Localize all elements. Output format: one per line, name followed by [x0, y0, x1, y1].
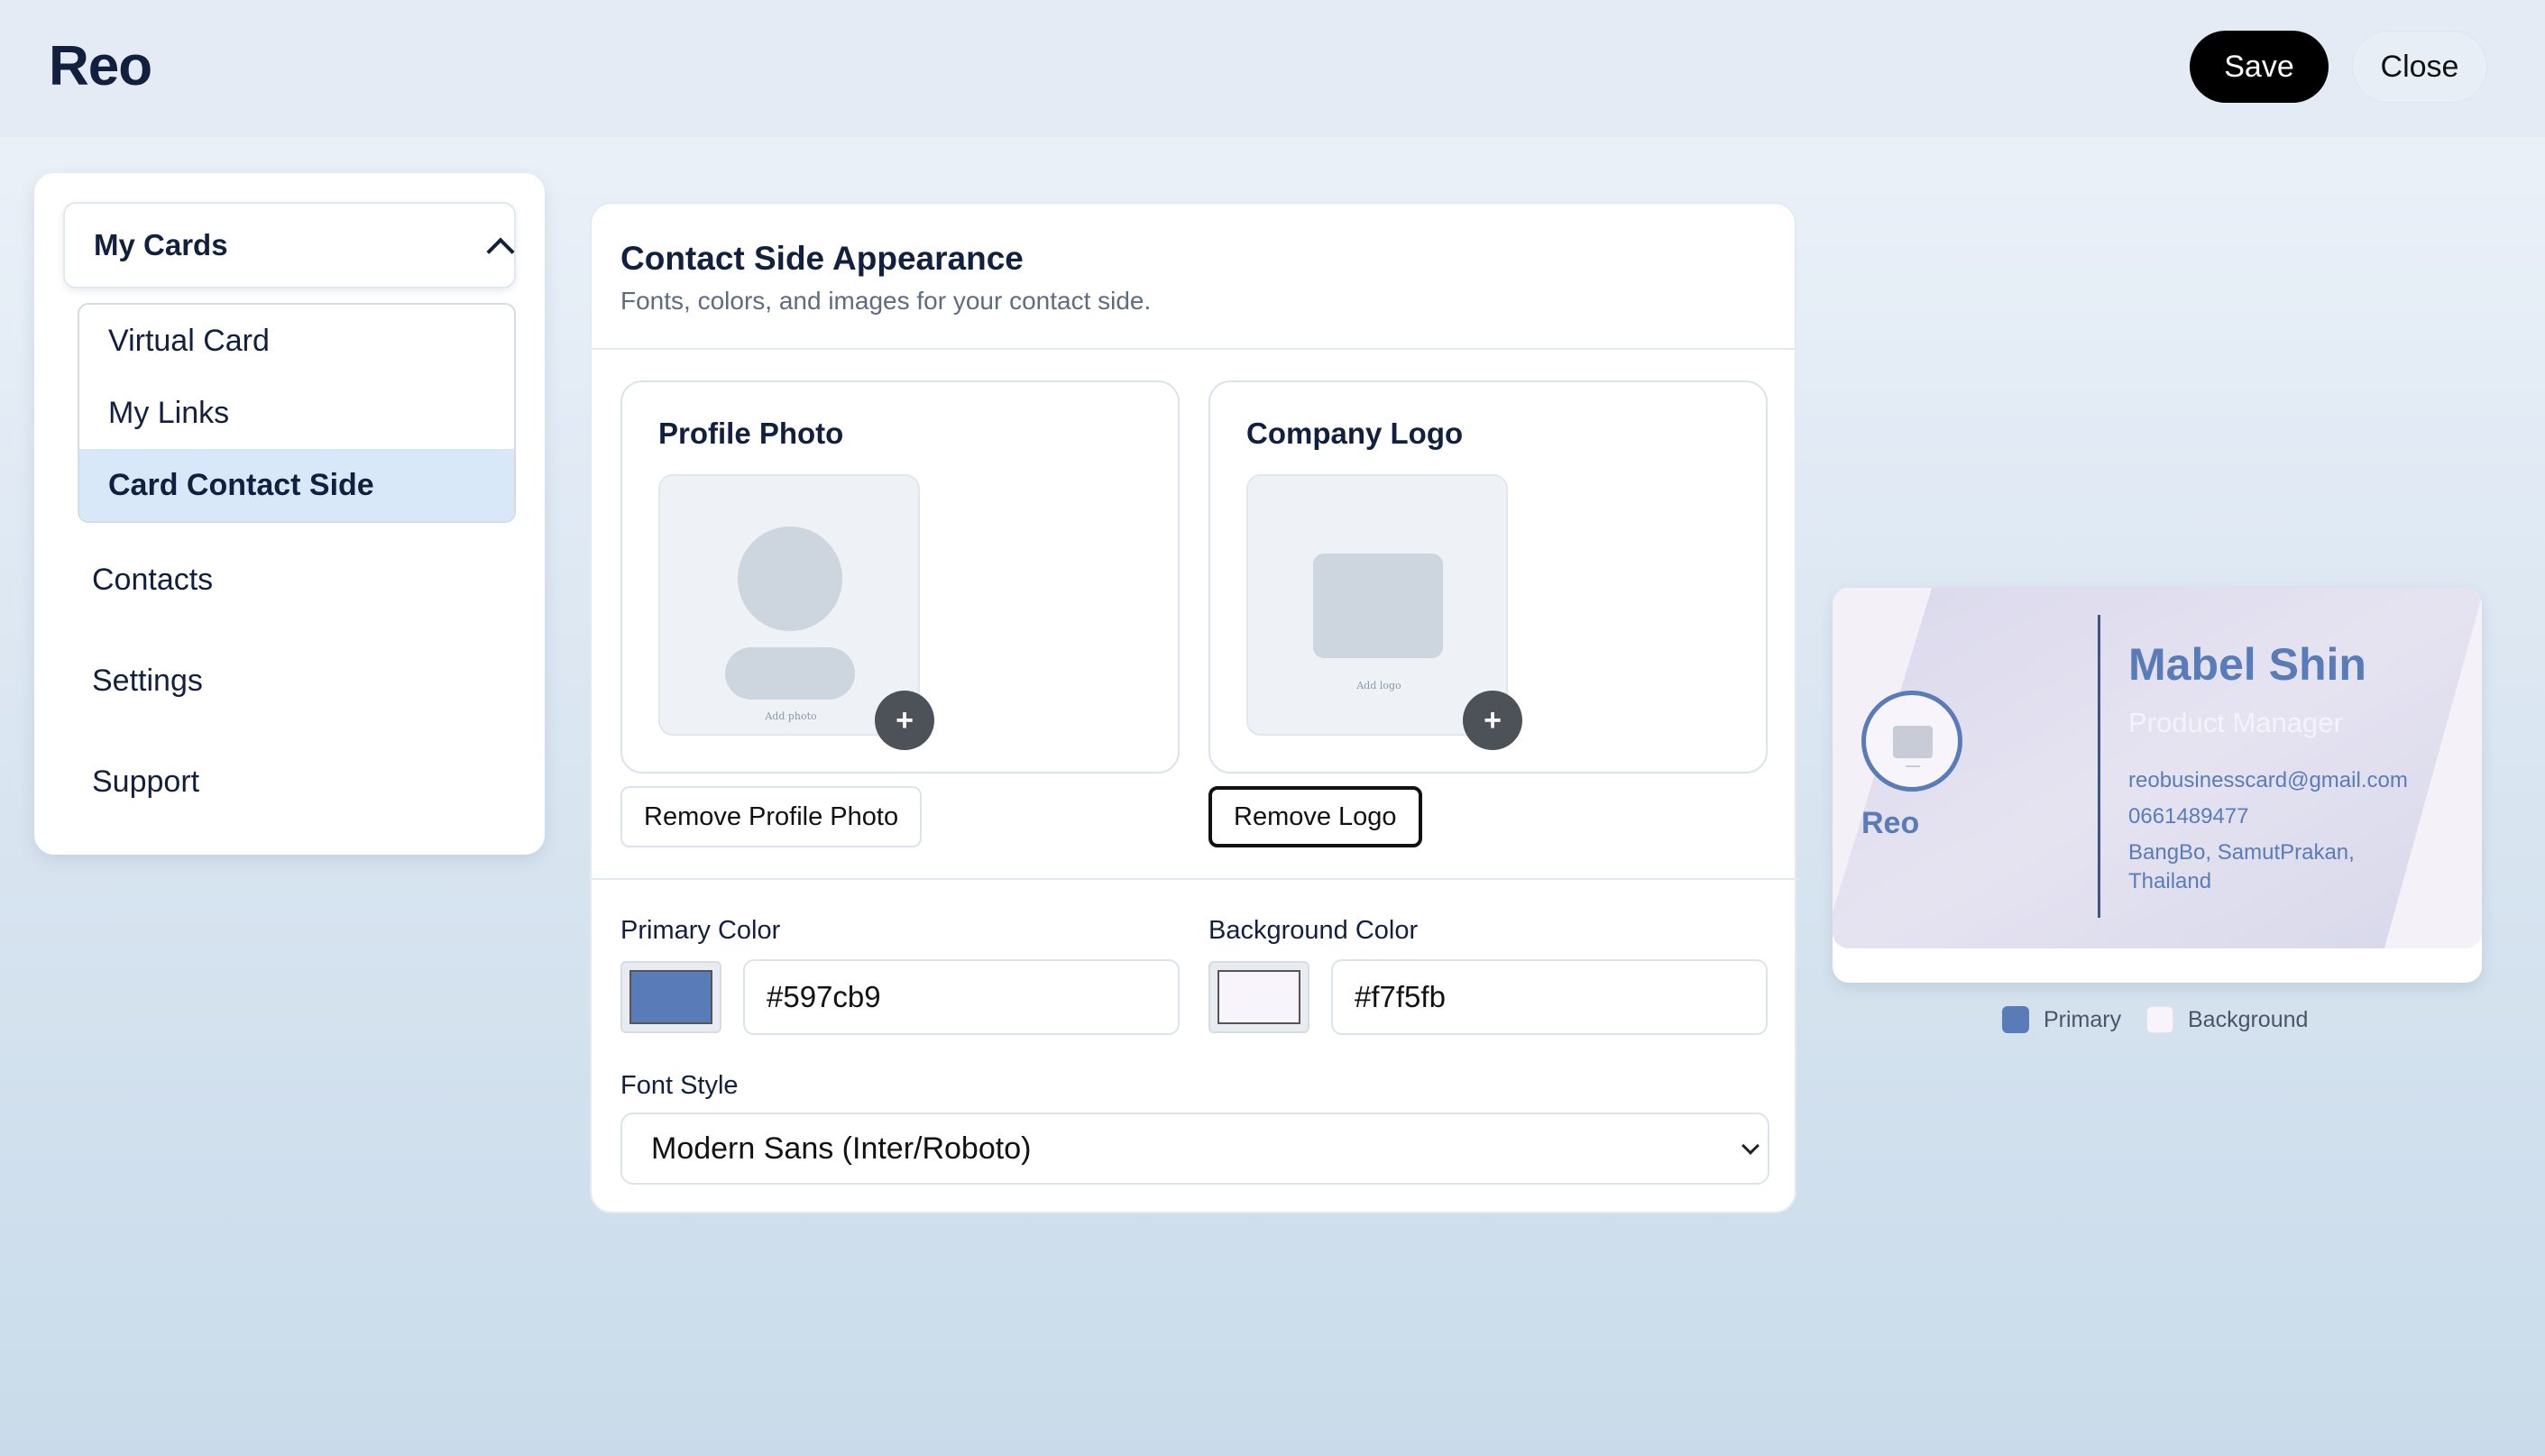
legend-primary: Primary [2002, 1006, 2121, 1033]
add-photo-button[interactable]: + [875, 691, 934, 750]
avatar-placeholder-body [725, 647, 855, 700]
card-role: Product Manager [2128, 707, 2343, 738]
primary-color-fill [629, 970, 712, 1024]
primary-color-label: Primary Color [620, 916, 781, 945]
chevron-down-icon [1741, 1137, 1759, 1155]
sidebar-item-settings[interactable]: Settings [92, 664, 203, 699]
company-logo-card: Company Logo Add logo + [1208, 380, 1768, 774]
sidebar-group-my-cards[interactable]: My Cards [63, 202, 516, 288]
font-style-value: Modern Sans (Inter/Roboto) [651, 1131, 1032, 1166]
primary-color-input[interactable]: #597cb9 [743, 959, 1180, 1035]
divider [592, 348, 1798, 350]
sidebar-submenu: Virtual Card My Links Card Contact Side [78, 303, 516, 523]
logo-placeholder [1313, 554, 1443, 658]
background-color-dot [2146, 1006, 2173, 1033]
company-logo-dropzone[interactable]: Add logo [1246, 474, 1508, 736]
sidebar-item-support[interactable]: Support [92, 765, 199, 800]
business-card: Reo Mabel Shin Product Manager reobusine… [1833, 588, 2482, 948]
divider [592, 878, 1798, 880]
sidebar-item-contacts[interactable]: Contacts [92, 563, 213, 598]
panel-subtitle: Fonts, colors, and images for your conta… [620, 287, 1152, 315]
card-email: reobusinesscard@gmail.com [2128, 768, 2408, 792]
remove-profile-photo-button[interactable]: Remove Profile Photo [620, 786, 923, 847]
company-logo-title: Company Logo [1246, 417, 1464, 450]
card-name: Mabel Shin [2128, 639, 2366, 690]
font-style-select[interactable]: Modern Sans (Inter/Roboto) [620, 1113, 1769, 1185]
panel-title: Contact Side Appearance [620, 240, 1024, 277]
profile-photo-card: Profile Photo Add photo + [620, 380, 1180, 774]
add-logo-button[interactable]: + [1463, 691, 1522, 750]
save-button[interactable]: Save [2190, 31, 2329, 103]
background-color-fill [1217, 970, 1300, 1024]
chevron-up-icon [486, 237, 515, 266]
card-address-line2: Thailand [2128, 869, 2212, 893]
primary-color-dot [2002, 1006, 2029, 1033]
card-logo-image-icon [1893, 726, 1933, 758]
background-color-swatch[interactable] [1208, 961, 1309, 1033]
background-color-label: Background Color [1208, 916, 1419, 945]
remove-logo-button[interactable]: Remove Logo [1208, 786, 1422, 847]
top-bar: Reo Save Close [0, 0, 2545, 137]
legend-background-label: Background [2188, 1006, 2309, 1032]
background-color-input[interactable]: #f7f5fb [1331, 959, 1768, 1035]
sidebar-item-my-links[interactable]: My Links [79, 377, 514, 449]
profile-photo-title: Profile Photo [658, 417, 844, 450]
card-logo-badge [1861, 691, 1962, 792]
profile-photo-dropzone[interactable]: Add photo [658, 474, 920, 736]
legend-background: Background [2146, 1006, 2308, 1033]
font-style-label: Font Style [620, 1071, 739, 1100]
close-button[interactable]: Close [2352, 31, 2487, 103]
sidebar: My Cards Virtual Card My Links Card Cont… [34, 173, 545, 855]
card-preview: Reo Mabel Shin Product Manager reobusine… [1833, 588, 2482, 983]
app-logo: Reo [49, 35, 152, 97]
legend-primary-label: Primary [2044, 1006, 2122, 1032]
card-address-line1: BangBo, SamutPrakan, [2128, 840, 2355, 865]
primary-color-swatch[interactable] [620, 961, 721, 1033]
avatar-placeholder-head [738, 527, 842, 631]
card-logo-underline [1906, 765, 1920, 767]
add-logo-hint: Add logo [1356, 680, 1401, 691]
appearance-panel: Contact Side Appearance Fonts, colors, a… [590, 202, 1798, 1213]
sidebar-item-card-contact-side[interactable]: Card Contact Side [79, 449, 514, 521]
card-phone: 0661489477 [2128, 804, 2249, 829]
card-brand: Reo [1861, 806, 1920, 840]
card-divider [2098, 615, 2100, 918]
sidebar-item-virtual-card[interactable]: Virtual Card [79, 305, 514, 377]
sidebar-group-label: My Cards [94, 228, 228, 261]
